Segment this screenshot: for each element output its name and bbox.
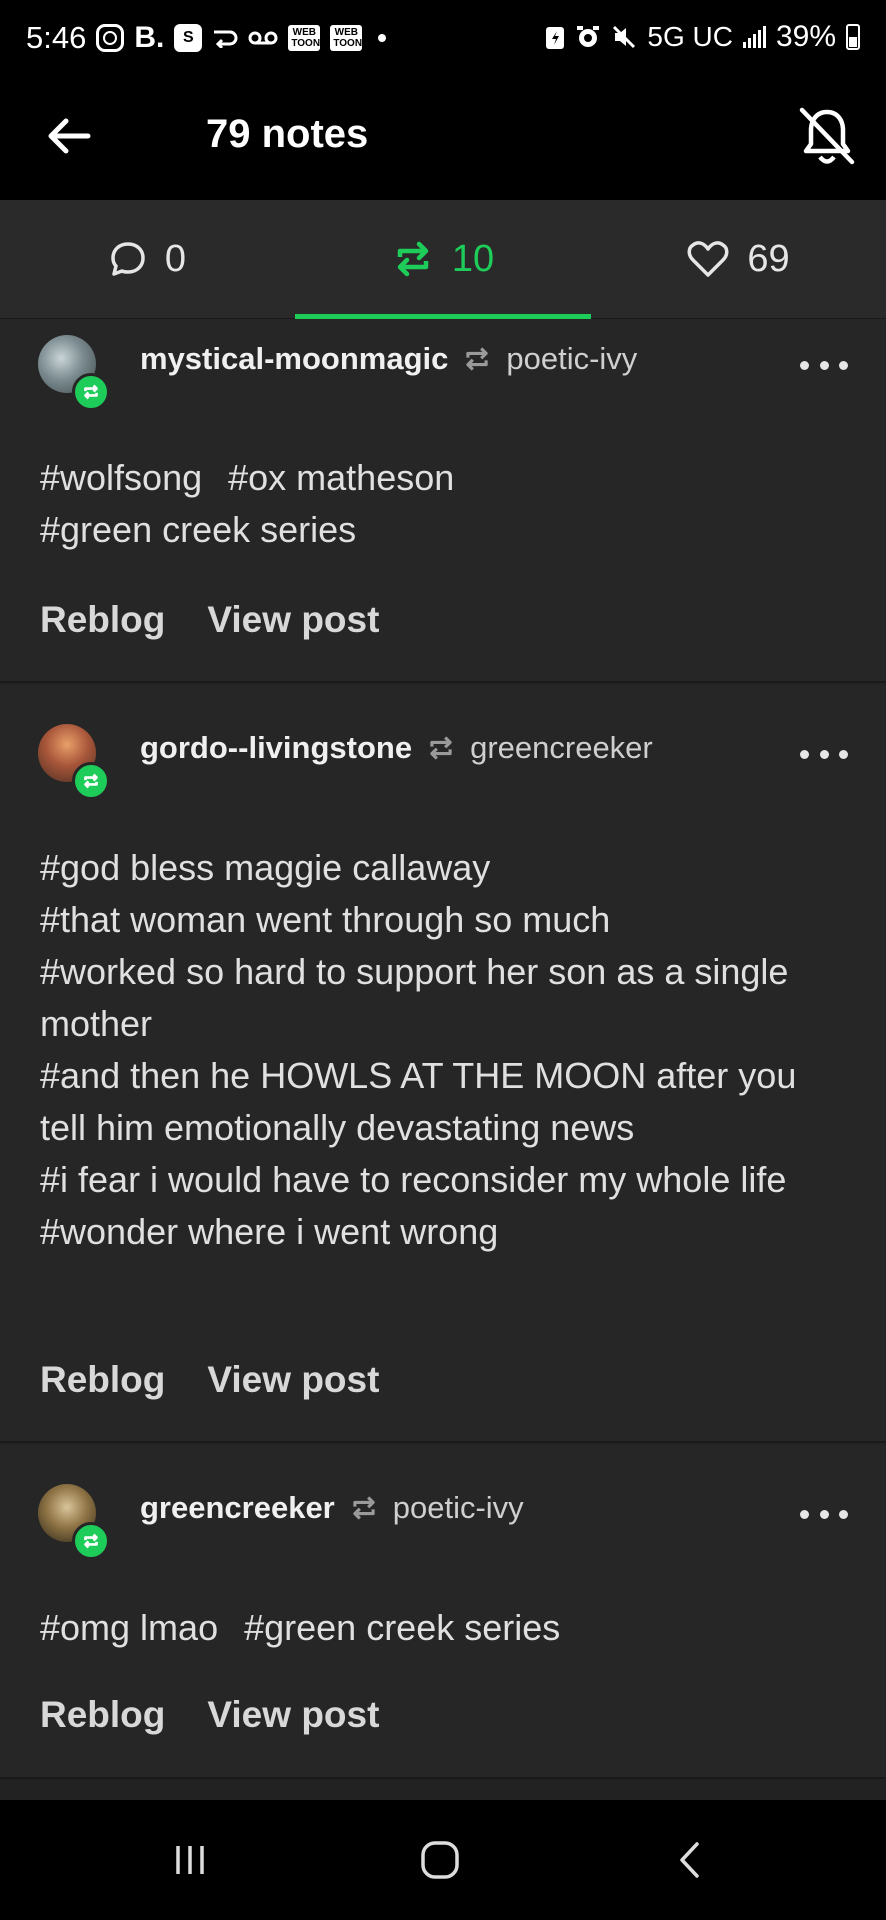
tab-replies-count: 0: [164, 237, 187, 280]
heart-icon: [687, 241, 729, 277]
reblog-button[interactable]: Reblog: [40, 1359, 165, 1401]
tag-list: #omg lmao #green creek series: [40, 1602, 846, 1654]
tag[interactable]: #i fear i would have to reconsider my wh…: [40, 1154, 846, 1206]
tab-reblogs-count: 10: [451, 237, 495, 280]
tab-likes-count: 69: [747, 237, 790, 280]
tag[interactable]: #and then he HOWLS AT THE MOON after you…: [40, 1050, 846, 1154]
tag-list: #god bless maggie callaway #that woman w…: [40, 842, 846, 1258]
arrow-left-icon: [48, 118, 91, 154]
source-blog-name[interactable]: greencreeker: [470, 730, 653, 766]
reblog-icon: [466, 347, 489, 371]
reblog-button[interactable]: Reblog: [40, 599, 165, 641]
blog-name[interactable]: gordo--livingstone: [140, 730, 412, 766]
tag[interactable]: #that woman went through so much: [40, 894, 846, 946]
system-nav-bar: [0, 1800, 886, 1920]
more-options-button[interactable]: [800, 734, 848, 774]
b-app-icon: B.: [134, 21, 165, 54]
mute-notifications-button[interactable]: [796, 104, 858, 170]
system-back-button[interactable]: [650, 1830, 730, 1890]
blog-name[interactable]: greencreeker: [140, 1490, 335, 1526]
reblog-badge-icon: [72, 1522, 110, 1560]
page-title: 79 notes: [206, 112, 369, 156]
s-app-icon: S: [174, 24, 203, 52]
tag[interactable]: #green creek series: [40, 509, 356, 550]
tag[interactable]: #green creek series: [244, 1607, 560, 1648]
signal-icon: [742, 26, 766, 48]
tab-likes[interactable]: 69: [591, 200, 886, 318]
view-post-button[interactable]: View post: [207, 1359, 379, 1401]
reblog-icon: [353, 1496, 375, 1520]
voicemail-icon: [248, 29, 278, 47]
blog-name[interactable]: mystical-moonmagic: [140, 341, 448, 377]
reblog-badge-icon: [72, 762, 110, 800]
tag-list: #wolfsong #ox matheson #green creek serie…: [40, 452, 846, 556]
tag[interactable]: #wonder where i went wrong: [40, 1206, 846, 1258]
tag[interactable]: #ox matheson: [228, 457, 454, 498]
tab-replies[interactable]: 0: [0, 200, 295, 318]
avatar[interactable]: [38, 1484, 110, 1560]
recent-apps-icon: [176, 1846, 204, 1874]
chevron-left-icon: [680, 1842, 699, 1878]
more-options-button[interactable]: [800, 1494, 848, 1534]
status-bar: 5:46 B. S WEB TOON WEB TOON 5G UC 39%: [0, 0, 886, 84]
reblog-icon: [397, 241, 429, 277]
tag[interactable]: #god bless maggie callaway: [40, 842, 846, 894]
reblog-icon: [430, 736, 452, 760]
tag[interactable]: #wolfsong: [40, 457, 202, 498]
alarm-icon: [575, 24, 601, 50]
avatar[interactable]: [38, 335, 110, 411]
view-post-button[interactable]: View post: [207, 1694, 379, 1736]
tag[interactable]: #omg lmao: [40, 1607, 218, 1648]
reblog-badge-icon: [72, 373, 110, 411]
data-saver-icon: [545, 24, 565, 50]
app-header: 79 notes: [0, 84, 886, 200]
avatar[interactable]: [38, 724, 110, 800]
mute-icon: [611, 24, 637, 50]
route-icon: [212, 28, 238, 48]
webtoon-icon: WEB TOON: [330, 25, 363, 51]
reblog-button[interactable]: Reblog: [40, 1694, 165, 1736]
reblog-note: gordo--livingstone greencreeker #god ble…: [0, 684, 886, 1443]
tab-reblogs[interactable]: 10: [295, 200, 591, 318]
tag[interactable]: #worked so hard to support her son as a …: [40, 946, 846, 1050]
recent-apps-button[interactable]: [150, 1830, 230, 1890]
status-time: 5:46: [26, 20, 87, 55]
reblog-note: greencreeker poetic-ivy #omg lmao #green …: [0, 1444, 886, 1779]
view-post-button[interactable]: View post: [207, 599, 379, 641]
source-blog-name[interactable]: poetic-ivy: [393, 1490, 524, 1526]
dot-icon: [378, 34, 387, 42]
battery-percent: 39%: [775, 20, 836, 53]
source-blog-name[interactable]: poetic-ivy: [506, 341, 637, 377]
more-options-button[interactable]: [800, 345, 848, 385]
reblog-note: mystical-moonmagic poetic-ivy #wolfsong #…: [0, 319, 886, 683]
back-button[interactable]: [40, 106, 100, 166]
network-label: 5G UC: [647, 21, 733, 52]
bell-off-icon: [799, 107, 855, 165]
comment-icon: [111, 242, 145, 276]
instagram-icon: [96, 24, 125, 52]
webtoon-icon: WEB TOON: [288, 25, 321, 51]
home-button[interactable]: [400, 1830, 480, 1890]
home-icon: [421, 1841, 459, 1879]
battery-icon: [846, 24, 860, 50]
notes-tabs: 0 10 69: [0, 200, 886, 319]
